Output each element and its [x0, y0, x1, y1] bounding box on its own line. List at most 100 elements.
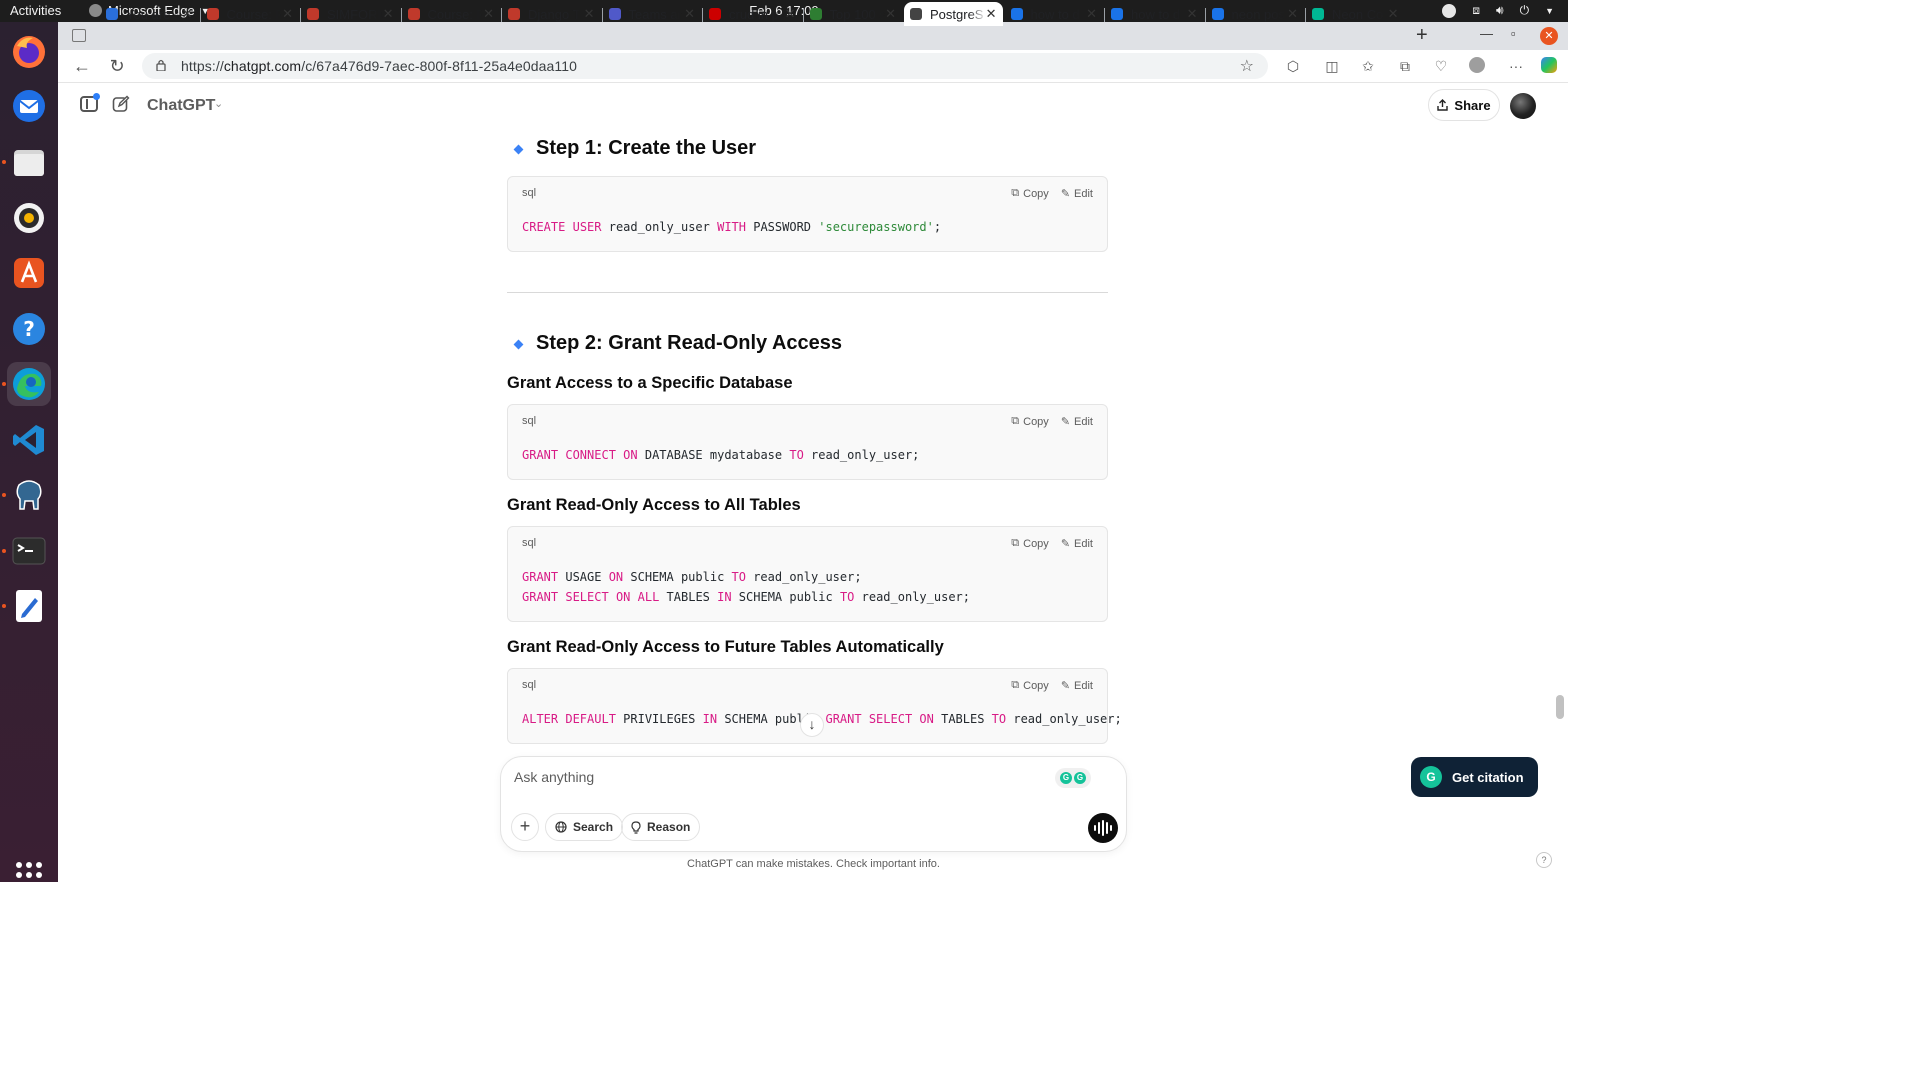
browser-tab[interactable]: Course: F ✕ — [402, 2, 501, 26]
close-window-button[interactable]: ✕ — [1540, 27, 1558, 45]
tab-close-icon[interactable]: ✕ — [785, 6, 796, 22]
copilot-icon[interactable] — [1541, 57, 1559, 75]
tab-close-icon[interactable]: ✕ — [1388, 6, 1399, 22]
edit-code-button[interactable]: ✎ Edit — [1061, 679, 1093, 693]
share-button[interactable]: Share — [1428, 89, 1500, 121]
collections-icon[interactable]: ⧉ — [1396, 57, 1414, 75]
more-options-icon[interactable]: ··· — [1507, 57, 1525, 75]
tab-close-icon[interactable]: ✕ — [182, 6, 193, 22]
edit-code-button[interactable]: ✎ Edit — [1060, 537, 1093, 551]
page-scrollbar[interactable] — [1554, 83, 1568, 880]
minimize-button[interactable]: — — [1480, 26, 1493, 41]
tab-close-icon[interactable]: ✕ — [986, 6, 997, 22]
browser-tab[interactable]: neon pos ✕ — [1206, 2, 1305, 26]
tab-close-icon[interactable]: ✕ — [1187, 6, 1198, 22]
tab-close-icon[interactable]: ✕ — [383, 6, 394, 22]
dock-firefox[interactable] — [7, 30, 51, 74]
browser-tab[interactable]: You are s ✕ — [100, 2, 199, 26]
new-tab-button[interactable]: + — [1416, 25, 1428, 45]
browser-essentials-icon[interactable]: ♡ — [1432, 57, 1450, 75]
split-screen-icon[interactable]: ◫ — [1323, 57, 1341, 75]
model-selector[interactable]: ChatGPT — [147, 97, 215, 115]
dock-help[interactable]: ? — [7, 307, 51, 351]
grammarly-widget[interactable]: G G — [1055, 768, 1091, 788]
browser-tab[interactable]: Django T ✕ — [502, 2, 601, 26]
tab-close-icon[interactable]: ✕ — [885, 6, 896, 22]
show-apps-button[interactable] — [16, 862, 42, 888]
message-composer[interactable]: Ask anything G G + Search Reason — [500, 756, 1127, 852]
url-path: /c/67a476d9-7aec-800f-8f11-25a4e0daa110 — [301, 58, 578, 74]
system-tray[interactable]: ⧈ 🔊︎ ⏻ ▼ — [1442, 3, 1554, 18]
accessibility-icon[interactable] — [1442, 3, 1457, 18]
dock-files[interactable] — [7, 140, 51, 184]
search-button[interactable]: Search — [545, 813, 624, 841]
copy-code-button[interactable]: ⧉ Copy — [1011, 415, 1049, 428]
user-avatar[interactable] — [1510, 93, 1536, 119]
browser-tab[interactable]: how to d ✕ — [1005, 2, 1104, 26]
browser-tab[interactable]: how to d ✕ — [1105, 2, 1204, 26]
tab-label: how to d — [1131, 6, 1181, 22]
prompt-input[interactable]: Ask anything — [514, 769, 594, 785]
tab-close-icon[interactable]: ✕ — [483, 6, 494, 22]
tab-close-icon[interactable]: ✕ — [1086, 6, 1097, 22]
power-icon[interactable]: ⏻ — [1520, 3, 1530, 18]
profile-icon[interactable] — [1469, 57, 1487, 75]
network-icon[interactable]: ⧈ — [1472, 3, 1480, 18]
copy-code-button[interactable]: ⧉ Copy — [1011, 187, 1049, 200]
back-button[interactable]: ← — [72, 56, 92, 76]
favorite-star-icon[interactable]: ☆ — [1240, 56, 1254, 76]
volume-icon[interactable]: 🔊︎ — [1496, 3, 1504, 18]
get-citation-button[interactable]: G Get citation — [1411, 757, 1538, 797]
favorites-icon[interactable]: ✩ — [1359, 57, 1377, 75]
address-bar[interactable]: https://chatgpt.com/c/67a476d9-7aec-800f… — [142, 53, 1268, 79]
browser-tab[interactable]: Neon Co ✕ — [1306, 2, 1405, 26]
dock-edge[interactable] — [7, 362, 51, 406]
browser-tab[interactable]: PostgreS ✕ — [904, 2, 1003, 26]
edit-code-button[interactable]: ✎ Edit — [1061, 187, 1093, 201]
copy-code-button[interactable]: ⧉ Copy — [1011, 537, 1049, 550]
dock-rhythmbox[interactable] — [7, 196, 51, 240]
url-text[interactable]: https://chatgpt.com/c/67a476d9-7aec-800f… — [181, 58, 577, 74]
running-indicator — [2, 549, 6, 553]
url-scheme: https:// — [181, 58, 224, 74]
scrollbar-thumb[interactable] — [1556, 695, 1564, 719]
tab-actions-icon[interactable] — [72, 29, 86, 42]
dock-text-editor[interactable] — [7, 584, 51, 628]
tab-close-icon[interactable]: ✕ — [584, 6, 595, 22]
browser-tab[interactable]: crud in py ✕ — [703, 2, 802, 26]
caret-down-icon[interactable]: ▼ — [1545, 6, 1554, 16]
reload-button[interactable]: ↻ — [107, 56, 127, 76]
browser-tab[interactable]: Course: F ✕ — [201, 2, 300, 26]
maximize-button[interactable]: ▫ — [1511, 26, 1516, 41]
dock-vscode[interactable] — [7, 418, 51, 462]
dock-pgadmin[interactable] — [7, 473, 51, 517]
tab-label: Neon Co — [1332, 6, 1384, 22]
tab-close-icon[interactable]: ✕ — [282, 6, 293, 22]
scroll-to-bottom-button[interactable]: ↓ — [800, 713, 824, 737]
chevron-down-icon[interactable]: ⌄ — [214, 97, 223, 110]
voice-mode-button[interactable] — [1088, 813, 1118, 843]
tab-favicon-icon — [106, 8, 118, 20]
tab-close-icon[interactable]: ✕ — [684, 6, 695, 22]
edit-icon: ✎ — [1060, 538, 1071, 550]
lock-icon[interactable] — [156, 59, 166, 71]
code-content[interactable]: CREATE USER read_only_user WITH PASSWORD… — [522, 218, 941, 238]
copy-code-button[interactable]: ⧉ Copy — [1011, 679, 1049, 692]
copy-label: Copy — [1023, 679, 1049, 692]
browser-tab[interactable]: Top 100 s ✕ — [804, 2, 903, 26]
rhythmbox-icon — [14, 203, 44, 233]
tab-close-icon[interactable]: ✕ — [1287, 6, 1298, 22]
dock-thunderbird[interactable] — [7, 84, 51, 128]
dock-terminal[interactable] — [7, 529, 51, 573]
help-icon[interactable]: ? — [1536, 852, 1552, 868]
dock-app-center[interactable] — [7, 251, 51, 295]
attach-button[interactable]: + — [511, 813, 539, 841]
extensions-icon[interactable]: ⬡ — [1284, 57, 1302, 75]
browser-tab[interactable]: SIMFORM ✕ — [301, 2, 400, 26]
edit-code-button[interactable]: ✎ Edit — [1061, 415, 1093, 429]
code-content[interactable]: GRANT USAGE ON SCHEMA public TO read_onl… — [522, 568, 970, 607]
browser-tab[interactable]: Teams ar ✕ — [603, 2, 702, 26]
code-content[interactable]: GRANT CONNECT ON DATABASE mydatabase TO … — [522, 446, 919, 466]
new-chat-icon[interactable] — [112, 95, 130, 113]
reason-button[interactable]: Reason — [621, 813, 701, 841]
